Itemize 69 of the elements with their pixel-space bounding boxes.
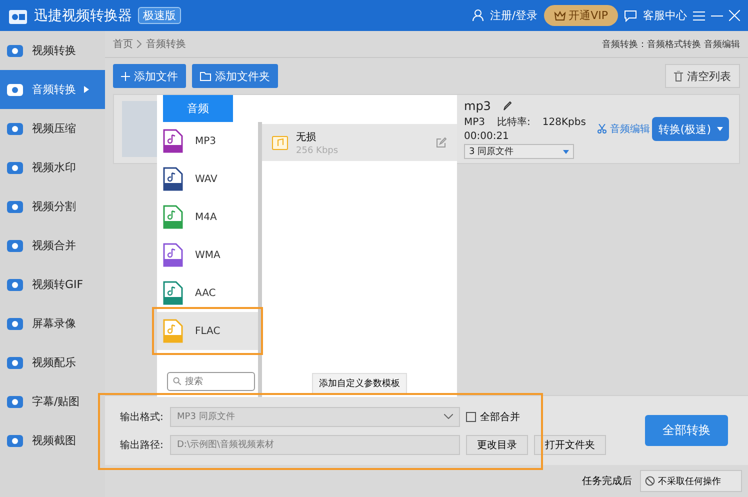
- sidebar-item[interactable]: 屏幕录像: [0, 304, 105, 343]
- edition-tag: 极速版: [138, 7, 181, 24]
- change-dir-button[interactable]: 更改目录: [466, 434, 528, 454]
- sidebar-item[interactable]: 视频截图: [0, 421, 105, 460]
- audio-file-icon: [163, 129, 183, 153]
- vip-button[interactable]: 开通VIP: [544, 5, 618, 26]
- format-item[interactable]: FLAC: [157, 312, 258, 350]
- app-title: 迅捷视频转换器: [34, 6, 132, 24]
- sidebar-item[interactable]: 视频合并: [0, 226, 105, 265]
- service-link[interactable]: 客服中心: [643, 8, 687, 23]
- sidebar-item[interactable]: 视频转GIF: [0, 265, 105, 304]
- after-task-dropdown[interactable]: 不采取任何操作: [640, 470, 742, 492]
- caret-icon: [84, 86, 89, 93]
- sidebar-item[interactable]: 字幕/贴图: [0, 382, 105, 421]
- feature-caption: 音频转换：音频格式转换 音频编辑: [602, 38, 740, 50]
- chevron-icon: [137, 40, 142, 48]
- clear-list-button[interactable]: 清空列表: [665, 64, 740, 88]
- menu-icon[interactable]: [693, 10, 705, 20]
- plus-icon: [121, 72, 130, 80]
- folder-icon: [200, 72, 211, 80]
- user-icon: [472, 9, 484, 22]
- preset-bitrate: 256 Kbps: [296, 146, 340, 156]
- preset-item[interactable]: 无损 256 Kbps: [262, 124, 457, 161]
- login-link[interactable]: 注册/登录: [490, 8, 538, 23]
- audio-file-icon: [163, 319, 183, 343]
- bitrate-label: 比特率:: [497, 116, 530, 129]
- caret-icon: [563, 150, 569, 154]
- audio-file-icon: [163, 243, 183, 267]
- popup-tab[interactable]: 音频: [163, 95, 233, 122]
- search-icon: [173, 377, 181, 385]
- path-label: 输出路径:: [120, 438, 164, 452]
- audio-file-icon: [163, 205, 183, 229]
- add-folder-button[interactable]: 添加文件夹: [192, 64, 278, 88]
- close-icon[interactable]: [729, 10, 740, 21]
- sidebar-item[interactable]: 视频分割: [0, 187, 105, 226]
- convert-all-button[interactable]: 全部转换: [645, 415, 728, 446]
- music-note-icon: [272, 136, 288, 150]
- checkbox-square[interactable]: [466, 412, 476, 422]
- add-template-button[interactable]: 添加自定义参数模板: [312, 373, 407, 394]
- sidebar-item[interactable]: 视频压缩: [0, 109, 105, 148]
- after-task-label: 任务完成后: [582, 474, 632, 488]
- search-field[interactable]: 搜索: [167, 372, 255, 391]
- output-format-dropdown[interactable]: 3 同原文件: [464, 144, 574, 159]
- prohibited-icon: [645, 476, 655, 486]
- sidebar-item[interactable]: 视频转换: [0, 31, 105, 70]
- file-format: MP3: [464, 116, 486, 128]
- sidebar-item[interactable]: 视频水印: [0, 148, 105, 187]
- file-name: mp3: [464, 99, 491, 113]
- bitrate-value: 128Kpbs: [542, 116, 586, 128]
- chevron-icon: [444, 414, 453, 419]
- trash-icon: [674, 70, 683, 82]
- chat-icon: [624, 10, 637, 22]
- pencil-icon[interactable]: [502, 101, 512, 111]
- add-file-button[interactable]: 添加文件: [113, 64, 186, 88]
- format-label: 输出格式:: [120, 410, 164, 424]
- merge-all-checkbox[interactable]: 全部合并: [466, 410, 520, 424]
- sidebar-item[interactable]: 音频转换: [0, 70, 105, 109]
- breadcrumb-link[interactable]: 首页: [113, 37, 133, 51]
- open-folder-button[interactable]: 打开文件夹: [534, 434, 606, 454]
- audio-file-icon: [163, 167, 183, 191]
- preset-name: 无损: [296, 130, 317, 144]
- scissors-icon: [597, 124, 607, 134]
- crown-icon: [554, 10, 566, 20]
- caret-icon: [717, 127, 723, 131]
- audio-file-icon: [163, 281, 183, 305]
- sidebar-item[interactable]: 视频配乐: [0, 343, 105, 382]
- breadcrumb-current: 音频转换: [146, 38, 186, 51]
- file-duration: 00:00:21: [464, 131, 510, 142]
- convert-button[interactable]: 转换(极速): [652, 117, 729, 141]
